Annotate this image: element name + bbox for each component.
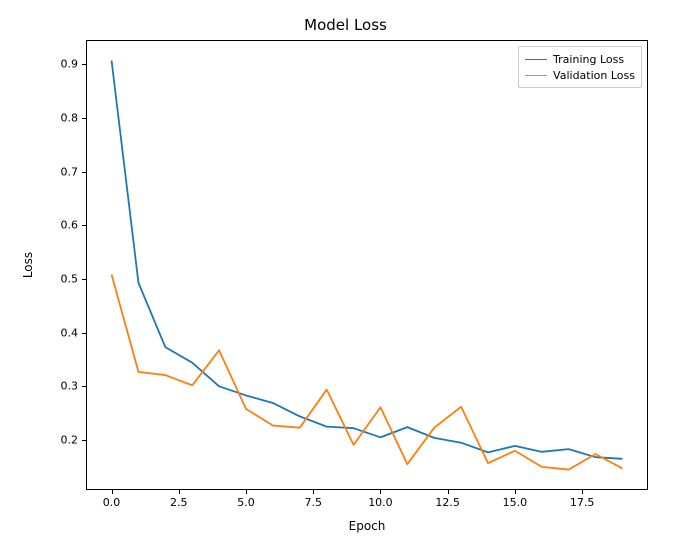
x-tick-mark [246, 490, 247, 494]
y-axis-label-container: Loss [20, 40, 36, 490]
legend-entry-training: Training Loss [525, 51, 635, 67]
x-tick-mark [515, 490, 516, 494]
y-tick-label: 0.3 [61, 380, 79, 393]
y-tick-mark [82, 279, 86, 280]
y-tick-mark [82, 386, 86, 387]
y-tick-mark [82, 333, 86, 334]
y-tick-label: 0.4 [61, 326, 79, 339]
y-tick-label: 0.8 [61, 111, 79, 124]
x-tick-label: 15.0 [503, 496, 528, 509]
x-tick-mark [582, 490, 583, 494]
plot-area: Training Loss Validation Loss 0.02.55.07… [86, 40, 648, 490]
legend-swatch-training [525, 59, 547, 60]
y-tick-label: 0.9 [61, 58, 79, 71]
x-axis-label: Epoch [86, 519, 648, 533]
x-tick-label: 17.5 [570, 496, 595, 509]
legend-label-validation: Validation Loss [553, 69, 635, 82]
x-tick-label: 10.0 [368, 496, 393, 509]
series-line-0 [112, 60, 623, 458]
y-tick-label: 0.5 [61, 272, 79, 285]
y-tick-label: 0.7 [61, 165, 79, 178]
x-tick-label: 7.5 [304, 496, 322, 509]
x-tick-mark [313, 490, 314, 494]
series-line-1 [112, 275, 623, 470]
legend-entry-validation: Validation Loss [525, 67, 635, 83]
y-tick-label: 0.2 [61, 434, 79, 447]
chart-title: Model Loss [0, 16, 691, 34]
x-tick-mark [448, 490, 449, 494]
legend-swatch-validation [525, 75, 547, 76]
y-tick-mark [82, 440, 86, 441]
y-axis-label: Loss [21, 252, 35, 278]
y-tick-mark [82, 64, 86, 65]
x-tick-label: 12.5 [435, 496, 460, 509]
x-tick-mark [112, 490, 113, 494]
line-canvas [86, 40, 648, 490]
chart-figure: Model Loss Loss Training Loss Validation… [0, 0, 691, 547]
x-tick-label: 5.0 [237, 496, 255, 509]
x-tick-label: 2.5 [170, 496, 188, 509]
legend: Training Loss Validation Loss [518, 46, 642, 88]
legend-label-training: Training Loss [553, 53, 624, 66]
y-tick-mark [82, 118, 86, 119]
y-tick-label: 0.6 [61, 219, 79, 232]
x-tick-mark [380, 490, 381, 494]
x-tick-mark [179, 490, 180, 494]
y-tick-mark [82, 172, 86, 173]
y-tick-mark [82, 225, 86, 226]
x-tick-label: 0.0 [103, 496, 121, 509]
